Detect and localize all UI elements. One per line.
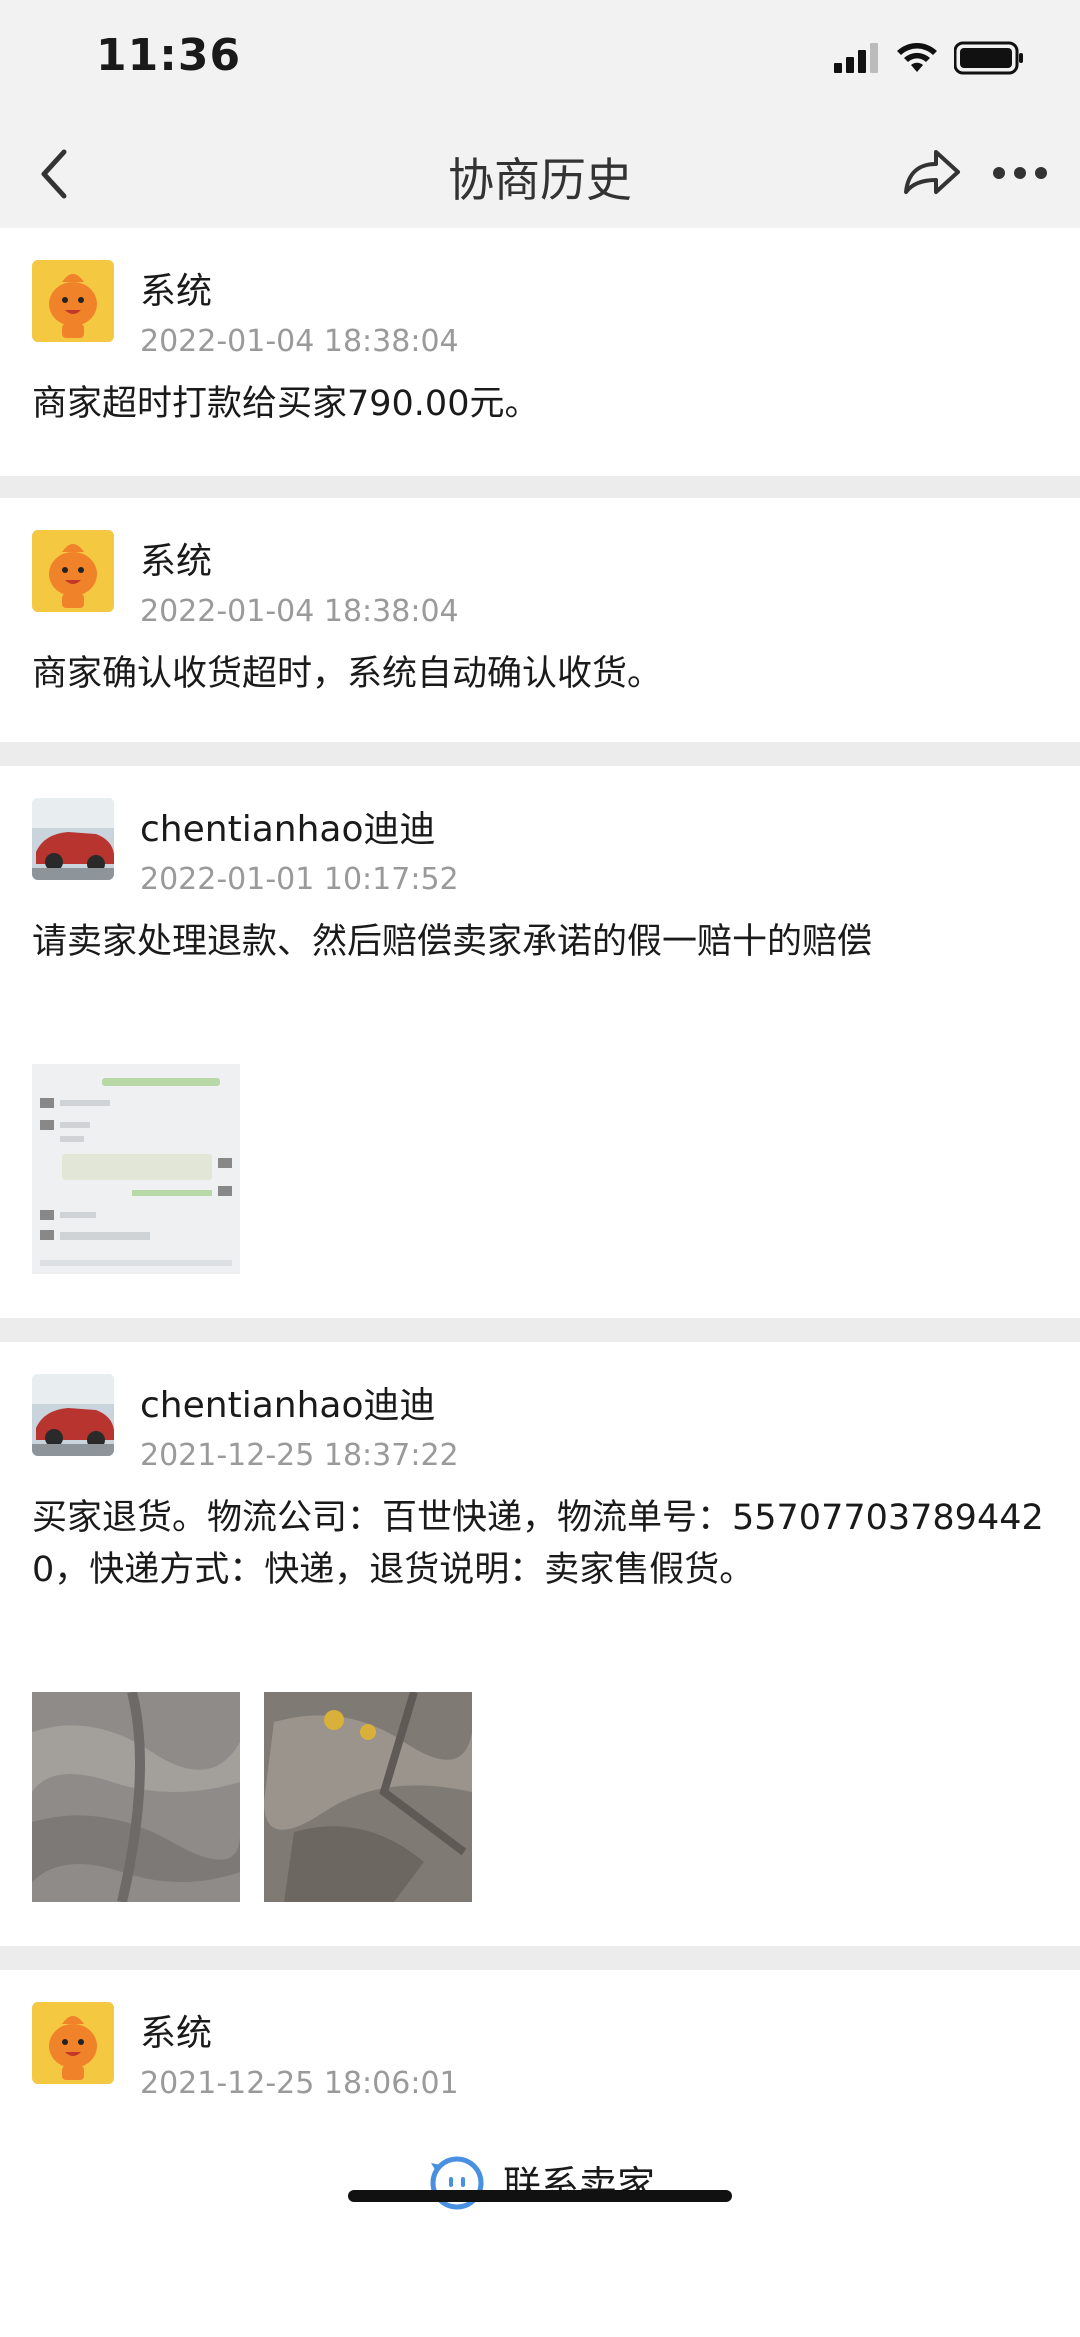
- customer-service-icon: [430, 2156, 484, 2210]
- entry-timestamp: 2022-01-04 18:38:04: [140, 324, 459, 359]
- chat-screenshot-thumbnail[interactable]: [32, 1064, 240, 1274]
- entry-author: chentianhao迪迪: [140, 809, 436, 850]
- entry-author: 系统: [140, 2013, 213, 2054]
- share-icon[interactable]: [900, 142, 962, 204]
- status-icons: [834, 38, 1024, 78]
- signal-icon: [834, 43, 878, 73]
- entry-message: 请卖家处理退款、然后赔偿卖家承诺的假一赔十的赔偿: [32, 922, 873, 962]
- system-avatar: [32, 260, 114, 342]
- contact-seller-button[interactable]: 联系卖家: [0, 2151, 1080, 2211]
- history-entry: 系统 2022-01-04 18:38:04 商家确认收货超时，系统自动确认收货…: [0, 498, 1080, 742]
- system-avatar: [32, 530, 114, 612]
- entry-timestamp: 2021-12-25 18:06:01: [140, 2066, 459, 2101]
- wifi-icon: [897, 43, 937, 72]
- fabric-photo-thumbnail[interactable]: [264, 1692, 472, 1902]
- history-entry: chentianhao迪迪 2021-12-25 18:37:22 买家退货。物…: [0, 1342, 1080, 1946]
- user-avatar: [32, 1374, 114, 1456]
- battery-icon: [954, 41, 1023, 75]
- history-entry: 系统 2021-12-25 18:06:01: [0, 1970, 1080, 2115]
- entry-timestamp: 2022-01-01 10:17:52: [140, 862, 459, 897]
- fabric-photo-thumbnail[interactable]: [32, 1692, 240, 1902]
- entry-timestamp: 2022-01-04 18:38:04: [140, 594, 459, 629]
- more-icon[interactable]: [990, 164, 1050, 182]
- entry-author: 系统: [140, 541, 213, 582]
- entry-message: 商家确认收货超时，系统自动确认收货。: [32, 654, 663, 694]
- entry-author: chentianhao迪迪: [140, 1385, 436, 1426]
- home-indicator: [348, 2190, 732, 2202]
- entry-message: 商家超时打款给买家790.00元。: [32, 384, 540, 424]
- bottom-action-bar: 联系卖家: [0, 2115, 1080, 2337]
- history-entry: chentianhao迪迪 2022-01-01 10:17:52 请卖家处理退…: [0, 766, 1080, 1318]
- system-avatar: [32, 2002, 114, 2084]
- entry-timestamp: 2021-12-25 18:37:22: [140, 1438, 459, 1473]
- status-time: 11:36: [96, 30, 242, 81]
- nav-bar: 协商历史: [0, 120, 1080, 228]
- entry-author: 系统: [140, 271, 213, 312]
- status-bar: 11:36: [0, 0, 1080, 120]
- user-avatar: [32, 798, 114, 880]
- entry-message: 买家退货。物流公司：百世快递，物流单号：557077037894420，快递方式…: [32, 1498, 1044, 1590]
- history-entry: 系统 2022-01-04 18:38:04 商家超时打款给买家790.00元。: [0, 228, 1080, 476]
